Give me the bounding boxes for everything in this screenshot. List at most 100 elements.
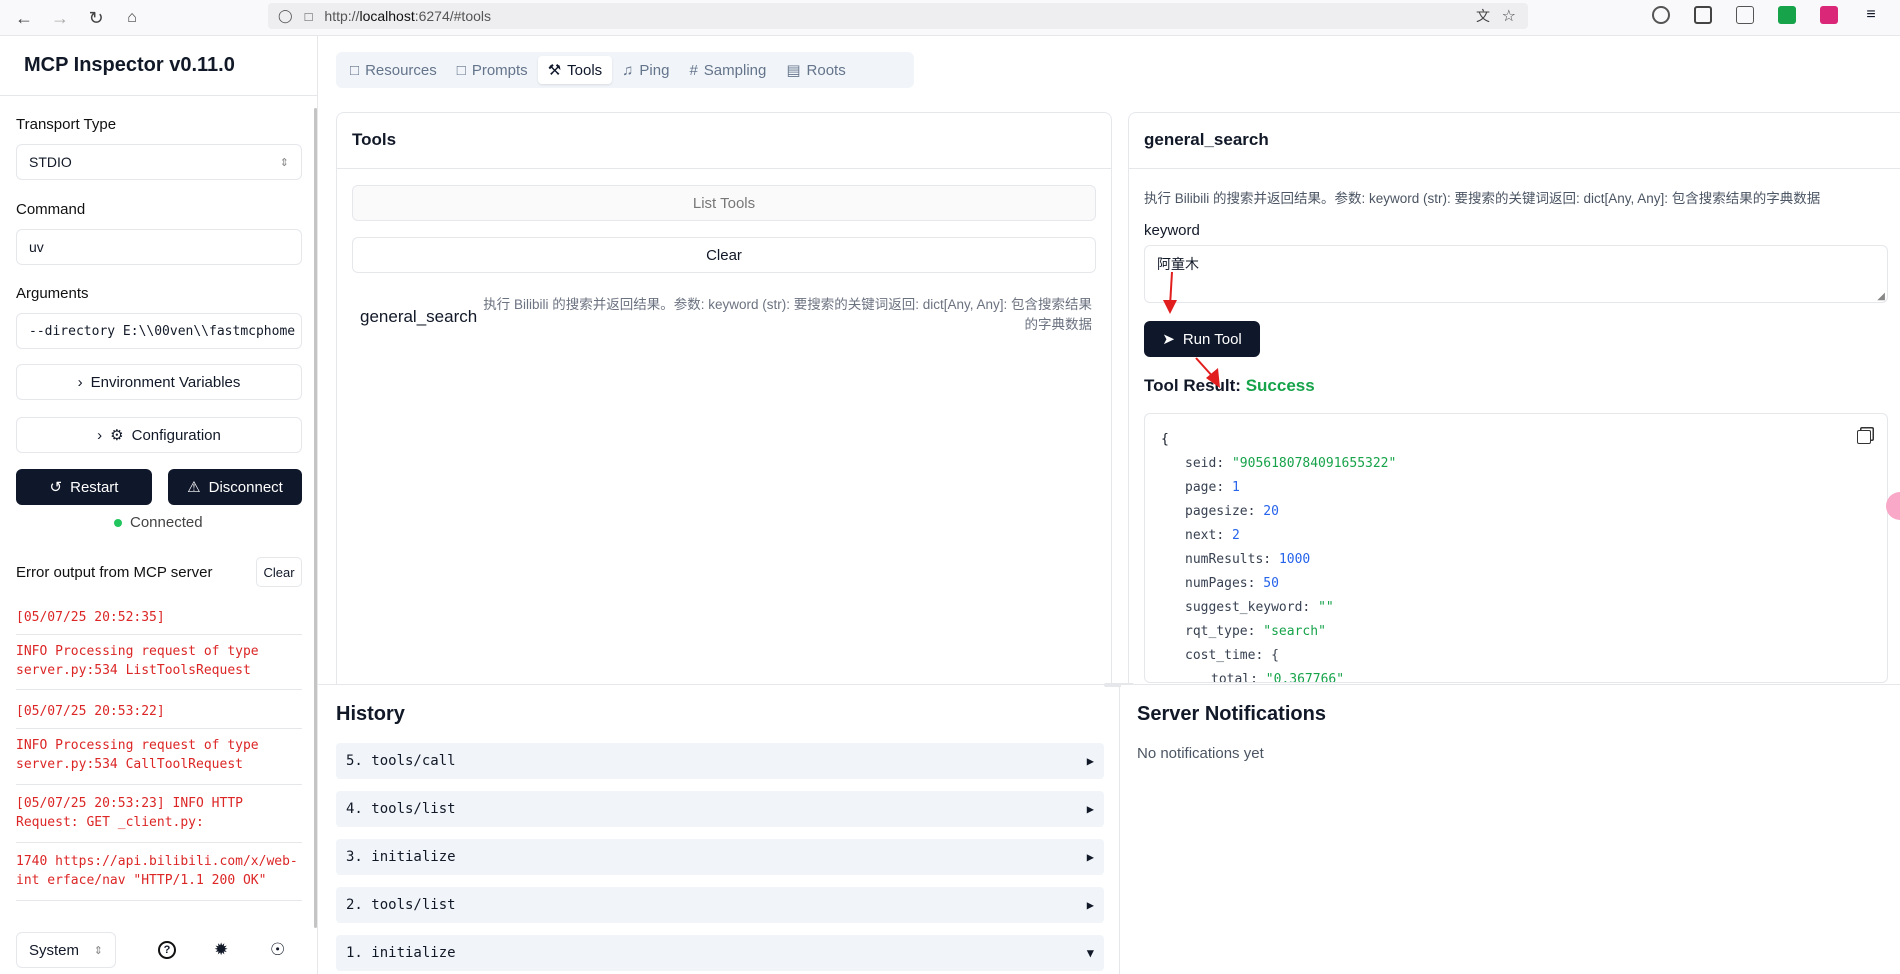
arguments-input[interactable]: --directory E:\\00ven\\fastmcphome: [16, 313, 302, 349]
clear-log-button[interactable]: Clear: [256, 557, 302, 587]
tab-sampling[interactable]: # Sampling: [679, 56, 776, 84]
list-tools-button[interactable]: List Tools: [352, 185, 1096, 221]
caret-right-icon: ▶: [1086, 898, 1094, 912]
notifications-title: Server Notifications: [1137, 703, 1326, 725]
browser-toolbar: ← → ↻ ⌂ ◯ □ http://localhost:6274/#tools…: [0, 0, 1900, 36]
gear-icon: ⚙: [110, 427, 124, 444]
history-item[interactable]: 3. initialize ▶: [336, 839, 1104, 875]
history-panel: [318, 683, 1134, 974]
history-item[interactable]: 2. tools/list ▶: [336, 887, 1104, 923]
keyword-textarea[interactable]: 阿童木 ◢: [1144, 245, 1888, 303]
tab-ping[interactable]: ♫ Ping: [612, 56, 679, 84]
tools-card: Tools List Tools Clear general_search 执行…: [336, 112, 1112, 684]
bookmark-star-icon[interactable]: ☆: [1502, 6, 1516, 26]
json-entry: next: 2: [1185, 528, 1240, 543]
tool-description: 执行 Bilibili 的搜索并返回结果。参数: keyword (str): …: [483, 297, 1092, 332]
run-tool-button[interactable]: ➤ Run Tool: [1144, 321, 1260, 357]
translate-icon[interactable]: 文: [1476, 6, 1490, 26]
send-icon: ➤: [1162, 331, 1175, 348]
chevron-right-icon: ›: [77, 373, 83, 391]
configuration-button[interactable]: › ⚙ Configuration: [16, 417, 302, 453]
help-icon[interactable]: ?: [158, 941, 176, 959]
json-entry: cost_time: {: [1185, 648, 1279, 663]
sidebar-scrollbar[interactable]: [314, 108, 317, 928]
tool-result-heading: Tool Result: Success: [1144, 376, 1315, 395]
restart-icon: ↺: [49, 479, 63, 496]
caret-right-icon: ▶: [1086, 850, 1094, 864]
hash-icon: #: [689, 61, 698, 79]
disconnect-button[interactable]: ⚠ Disconnect: [168, 469, 302, 505]
arguments-label: Arguments: [16, 285, 89, 302]
tool-name: general_search: [360, 307, 478, 326]
folder-tree-icon: ▤: [786, 62, 801, 79]
command-label: Command: [16, 201, 86, 218]
chevron-updown-icon: ⇕: [279, 156, 289, 169]
json-entry: seid: "9056180784091655322": [1185, 456, 1397, 471]
json-entry: suggest_keyword: "": [1185, 600, 1334, 615]
download-ext-icon[interactable]: [1778, 6, 1796, 24]
log-entry: [05/07/25 20:53:22]: [16, 704, 165, 719]
tool-list-item[interactable]: general_search 执行 Bilibili 的搜索并返回结果。参数: …: [352, 293, 1096, 343]
notifications-panel: [1121, 684, 1900, 974]
environment-variables-button[interactable]: › Environment Variables: [16, 364, 302, 400]
crop-icon[interactable]: [1694, 6, 1712, 24]
result-status: Success: [1245, 376, 1315, 395]
back-icon[interactable]: ←: [10, 4, 38, 32]
caret-down-icon: ▼: [1086, 946, 1094, 960]
json-entry: total: "0.367766": [1211, 672, 1345, 683]
translator-ext-icon[interactable]: [1820, 6, 1838, 24]
command-input[interactable]: uv: [16, 229, 302, 265]
copy-icon[interactable]: [1857, 430, 1871, 444]
history-item[interactable]: 4. tools/list ▶: [336, 791, 1104, 827]
tab-resources[interactable]: □ Resources: [340, 56, 447, 84]
tool-detail-description: 执行 Bilibili 的搜索并返回结果。参数: keyword (str): …: [1144, 191, 1821, 206]
status-dot-icon: [114, 518, 122, 527]
resize-handle-icon[interactable]: ◢: [1877, 291, 1885, 302]
chevron-right-icon: ›: [97, 426, 103, 444]
json-result-viewer[interactable]: { seid: "9056180784091655322" page: 1 page…: [1144, 413, 1888, 683]
theme-select[interactable]: System ⇕: [16, 932, 116, 968]
restart-button[interactable]: ↺ Restart: [16, 469, 152, 505]
extensions-icon[interactable]: [1736, 6, 1754, 24]
account-icon[interactable]: [1652, 6, 1670, 24]
json-entry: numResults: 1000: [1185, 552, 1311, 567]
sidebar: MCP Inspector v0.11.0 Transport Type STD…: [0, 36, 318, 974]
history-title: History: [336, 703, 405, 725]
log-entry: 1740 https://api.bilibili.com/x/web-int …: [16, 854, 298, 888]
bug-icon[interactable]: ✹: [214, 940, 228, 960]
tab-roots[interactable]: ▤ Roots: [776, 56, 855, 84]
log-entry: [05/07/25 20:53:23] INFO HTTP Request: G…: [16, 796, 243, 830]
json-entry: numPages: 50: [1185, 576, 1279, 591]
home-icon[interactable]: ⌂: [118, 4, 146, 32]
hammer-icon: ⚒: [547, 62, 562, 79]
json-entry: rqt_type: "search": [1185, 624, 1326, 639]
log-entry: [05/07/25 20:52:35]: [16, 610, 165, 625]
menu-icon[interactable]: ≡: [1862, 6, 1880, 24]
log-entry: INFO Processing request of type server.p…: [16, 738, 259, 772]
address-bar[interactable]: ◯ □ http://localhost:6274/#tools 文 ☆: [268, 3, 1528, 29]
shield-icon: ◯: [278, 8, 293, 23]
github-icon[interactable]: ☉: [270, 940, 285, 960]
transport-select[interactable]: STDIO ⇕: [16, 144, 302, 180]
transport-label: Transport Type: [16, 116, 117, 133]
bell-icon: ♫: [622, 61, 634, 79]
caret-right-icon: ▶: [1086, 802, 1094, 816]
history-item[interactable]: 5. tools/call ▶: [336, 743, 1104, 779]
history-item[interactable]: 1. initialize ▼: [336, 935, 1104, 971]
reload-icon[interactable]: ↻: [82, 4, 110, 32]
tool-detail-title: general_search: [1144, 130, 1269, 149]
param-label: keyword: [1144, 222, 1200, 239]
tab-prompts[interactable]: □ Prompts: [447, 56, 538, 84]
caret-right-icon: ▶: [1086, 754, 1094, 768]
app-title: MCP Inspector v0.11.0: [24, 54, 235, 76]
notifications-empty: No notifications yet: [1137, 745, 1264, 762]
tab-tools[interactable]: ⚒ Tools: [537, 56, 613, 84]
chevron-updown-icon: ⇕: [93, 944, 103, 957]
log-entry: INFO Processing request of type server.p…: [16, 644, 259, 678]
json-entry: pagesize: 20: [1185, 504, 1279, 519]
resources-icon: □: [350, 61, 360, 79]
unplug-icon: ⚠: [187, 479, 201, 496]
clear-tools-button[interactable]: Clear: [352, 237, 1096, 273]
tools-title: Tools: [352, 130, 397, 149]
forward-icon[interactable]: →: [46, 4, 74, 32]
